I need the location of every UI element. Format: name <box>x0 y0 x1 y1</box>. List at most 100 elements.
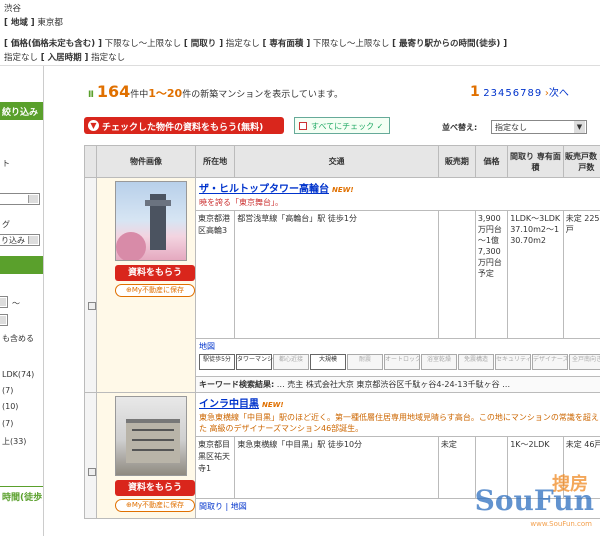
check-all-button[interactable]: すべてにチェック ✓ <box>294 117 390 134</box>
price-cell: 3,900万円台～1億7,300万円台予定 <box>474 210 509 339</box>
feature-tag: 都心近接 <box>273 354 309 370</box>
col-access: 交通 <box>234 145 439 178</box>
pager-page[interactable]: 7 <box>520 88 526 99</box>
property-title-cell: ザ・ヒルトップタワー高輪台 NEW! 暁を誇る「東京舞台」。 <box>195 177 600 211</box>
feature-tag: 全戸南向き <box>569 354 600 370</box>
pager-page[interactable]: 6 <box>513 88 519 99</box>
layout-map-links[interactable]: 間取り | 地図 <box>199 502 247 511</box>
sidebar-select-1[interactable] <box>0 193 40 205</box>
feature-tag: タワーマンション <box>236 354 285 370</box>
sale-period-cell: 未定 <box>437 436 476 499</box>
search-criteria-panel: 渋谷 [ 地域 ] 東京都 [ 価格(価格未定も含む) ] 下限なし～上限なし … <box>0 0 600 66</box>
request-info-button[interactable]: 資料をもらう <box>115 480 195 496</box>
col-photo: 物件画像 <box>96 145 196 178</box>
feature-tag: デザイナーズ <box>532 354 569 370</box>
move-value: 指定なし <box>91 53 126 63</box>
watermark-url: www.SouFun.com <box>530 520 592 528</box>
pager-page[interactable]: 9 <box>535 88 541 99</box>
bar-icon: Ⅱ <box>88 90 94 100</box>
table-header-row: 物件画像 所在地 交通 販売期 価格 間取り 専有面積 販売戸数 総戸数 <box>84 145 600 178</box>
keyword-label: キーワード検索結果: <box>199 380 275 389</box>
save-to-my-button[interactable]: ⊕My不動産に保存 <box>115 284 195 297</box>
layout-option-1[interactable]: LDK(74) <box>2 370 34 379</box>
request-checked-button[interactable]: ▼ チェックした物件の資料をもらう(無料) <box>84 117 284 134</box>
top-text: 渋谷 <box>4 4 22 14</box>
refine-header: 絞り込み <box>0 102 43 120</box>
property-name-link[interactable]: インラ中目黒 <box>199 399 259 410</box>
access-cell: 都営浅草線「高輪台」駅 徒歩1分 <box>234 210 439 339</box>
price-max-select[interactable] <box>0 314 8 326</box>
size-label: [ 専有面積 ] <box>262 39 311 49</box>
col-units: 販売戸数 総戸数 <box>562 145 600 178</box>
address-cell: 東京都港区高輪3 <box>194 210 236 339</box>
building-shape <box>126 419 180 463</box>
pager-next[interactable]: ›次へ <box>545 88 569 99</box>
walk-label: [ 最寄り駅からの時間(徒歩) ] <box>392 39 508 49</box>
row-check-cell <box>84 392 97 519</box>
sidebar-green-bar <box>0 256 43 274</box>
pager-page[interactable]: 5 <box>505 88 511 99</box>
photo-cell: 資料をもらう ⊕My不動産に保存 <box>96 392 196 519</box>
walk-time-header: 時間(徒歩) <box>0 486 43 504</box>
sort-label: 並べ替え: <box>442 123 478 132</box>
pager-page[interactable]: 2 <box>483 88 489 99</box>
pager-page[interactable]: 4 <box>498 88 504 99</box>
sort-select[interactable]: 指定なし <box>491 120 587 134</box>
shown-range: 1～20 <box>148 87 183 100</box>
soufun-watermark: 搜房 SouFun www.SouFun.com <box>474 470 598 530</box>
keyword-snippet: … 売主 株式会社大京 東京都渋谷区千駄ヶ谷4-24-13千駄ヶ谷 … <box>276 380 511 389</box>
request-info-button[interactable]: 資料をもらう <box>115 265 195 281</box>
layout-option-2[interactable]: (7) <box>2 386 13 395</box>
row-checkbox[interactable] <box>88 468 96 476</box>
tag-cell: 地図 駅徒歩5分 タワーマンション都心近接 大規模 耐震 オートロック 浴室乾燥 免震構造セ… <box>195 338 600 377</box>
tilde: ～ <box>12 299 20 308</box>
download-arrow-icon: ▼ <box>88 120 99 131</box>
property-title-cell: インラ中目黒 NEW! 東急東横線「中目黒」駅のほど近く。第一種低層住居専用地域見… <box>195 392 600 437</box>
row-checkbox[interactable] <box>88 302 96 310</box>
map-link[interactable]: 地図 <box>199 342 215 351</box>
col-price: 価格 <box>474 145 509 178</box>
new-badge: NEW! <box>262 401 284 409</box>
col-check <box>84 145 97 178</box>
sidebar-label-b: グ <box>2 220 10 229</box>
catch-copy: 暁を誇る「東京舞台」。 <box>199 198 283 207</box>
catch-copy: 東急東横線「中目黒」駅のほど近く。第一種低層住居専用地域見晴らす高台。この地にマ… <box>199 413 599 433</box>
feature-tag: 耐震 <box>347 354 383 370</box>
layout-cell: 1LDK～3LDK 37.10m2～130.70m2 <box>507 210 564 339</box>
feature-tag: 免震構造 <box>458 354 494 370</box>
sale-period-cell <box>437 210 476 339</box>
total-count: 164 <box>96 82 131 101</box>
watermark-brand: SouFun <box>474 484 594 517</box>
new-badge: NEW! <box>332 186 354 194</box>
sidebar-select-2[interactable]: り込み <box>0 234 40 246</box>
property-name-link[interactable]: ザ・ヒルトップタワー高輪台 <box>199 184 329 195</box>
row-check-cell <box>84 177 97 393</box>
checkmark-icon: ✓ <box>376 122 384 131</box>
access-cell: 東急東横線「中目黒」駅 徒歩10分 <box>234 436 439 499</box>
pager-page[interactable]: 8 <box>528 88 534 99</box>
size-value: 下限なし～上限なし <box>312 39 390 49</box>
price-label: [ 価格(価格未定も含む) ] <box>4 39 102 49</box>
layout-label: [ 間取り ] <box>183 39 224 49</box>
table-row: 資料をもらう ⊕My不動産に保存 インラ中目黒 NEW! 東急東横線「中目黒」駅の… <box>84 392 600 519</box>
keyword-cell: キーワード検索結果: … 売主 株式会社大京 東京都渋谷区千駄ヶ谷4-24-13… <box>195 376 600 393</box>
layout-option-3[interactable]: (10) <box>2 402 18 411</box>
col-layout: 間取り 専有面積 <box>507 145 564 178</box>
save-to-my-button[interactable]: ⊕My不動産に保存 <box>115 499 195 512</box>
pager: 1 23456789 ›次へ <box>470 84 569 100</box>
feature-tag: セキュリティ <box>495 354 532 370</box>
price-min-select[interactable] <box>0 296 8 308</box>
area-value: 東京都 <box>37 18 63 28</box>
price-value: 下限なし～上限なし <box>104 39 182 49</box>
layout-option-5[interactable]: 上(33) <box>2 436 26 447</box>
feature-tag: 浴室乾燥 <box>421 354 457 370</box>
property-photo[interactable] <box>115 181 187 261</box>
pager-page[interactable]: 3 <box>491 88 497 99</box>
layout-option-4[interactable]: (7) <box>2 419 13 428</box>
units-cell: 未定 225戸 <box>562 210 600 339</box>
include-option[interactable]: も含める <box>2 333 34 344</box>
col-address: 所在地 <box>194 145 236 178</box>
property-photo[interactable] <box>115 396 187 476</box>
result-count: Ⅱ 164件中1～20件の新築マンションを表示しています。 <box>88 82 344 101</box>
table-row: 資料をもらう ⊕My不動産に保存 ザ・ヒルトップタワー高輪台 NEW! 暁を誇る「… <box>84 177 600 393</box>
